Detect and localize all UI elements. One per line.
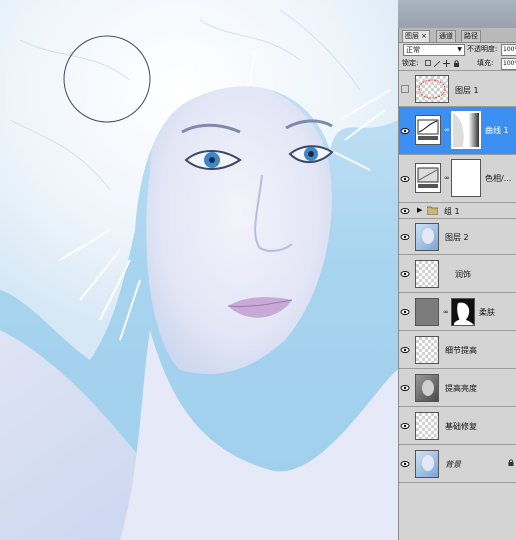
layer-mask-thumbnail[interactable] xyxy=(451,111,481,149)
eye-icon[interactable] xyxy=(400,175,410,183)
layer-list: 图层 1 ∞ 曲线 1 ∞ 色相/... ▶ 组 1 图层 2 润饰 ∞ 柔肤 … xyxy=(399,71,516,540)
workspace-background xyxy=(398,0,516,28)
layer-row-basic-fix[interactable]: 基础修复 xyxy=(399,407,516,445)
layer-name[interactable]: 曲线 1 xyxy=(485,125,509,136)
layer-name[interactable]: 柔肤 xyxy=(479,307,495,318)
layer-row-retouch[interactable]: 润饰 xyxy=(399,255,516,293)
blend-row: 正常 ▼ 不透明度: 100% xyxy=(399,43,516,56)
layer-row-layer1[interactable]: 图层 1 xyxy=(399,71,516,107)
layer-thumbnail xyxy=(415,260,439,288)
eye-icon[interactable] xyxy=(400,127,410,135)
tab-channels[interactable]: 通道 xyxy=(436,30,456,42)
layer-thumbnail xyxy=(415,298,439,326)
link-icon[interactable]: ∞ xyxy=(444,174,450,182)
lock-brush-icon[interactable] xyxy=(433,60,441,68)
tab-channels-label: 通道 xyxy=(439,32,453,40)
layer-name[interactable]: 细节提高 xyxy=(445,345,477,356)
layer-name[interactable]: 组 1 xyxy=(444,206,460,217)
layer-thumbnail xyxy=(415,75,449,103)
link-icon[interactable]: ∞ xyxy=(444,126,450,134)
layer-row-group1[interactable]: ▶ 组 1 xyxy=(399,203,516,219)
layer-name[interactable]: 色相/... xyxy=(485,173,511,184)
eye-icon[interactable] xyxy=(400,422,410,430)
layer-row-soften[interactable]: ∞ 柔肤 xyxy=(399,293,516,331)
chevron-down-icon: ▼ xyxy=(457,46,462,53)
hue-adjustment-icon xyxy=(415,163,441,193)
document-canvas[interactable] xyxy=(0,0,398,540)
opacity-label: 不透明度: xyxy=(467,45,498,53)
layer-mask-thumbnail[interactable] xyxy=(451,298,475,326)
layer-name[interactable]: 基础修复 xyxy=(445,421,477,432)
layer-name[interactable]: 润饰 xyxy=(455,269,471,280)
tab-paths-label: 路径 xyxy=(464,32,478,40)
layer-thumbnail xyxy=(415,336,439,364)
eye-icon[interactable] xyxy=(400,270,410,278)
blend-mode-select[interactable]: 正常 ▼ xyxy=(403,44,465,56)
layer-name[interactable]: 提高亮度 xyxy=(445,383,477,394)
folder-icon xyxy=(426,206,439,217)
layer-row-hue[interactable]: ∞ 色相/... xyxy=(399,155,516,203)
eye-icon[interactable] xyxy=(400,346,410,354)
layer-row-curves1[interactable]: ∞ 曲线 1 xyxy=(399,107,516,155)
eye-icon[interactable] xyxy=(400,460,410,468)
layers-panel: 图层× 通道 路径 正常 ▼ 不透明度: 100% 锁定: 填充: 100% 图层… xyxy=(398,28,516,540)
portrait-photo xyxy=(0,0,398,540)
opacity-input[interactable]: 100% xyxy=(501,44,516,56)
blend-mode-value: 正常 xyxy=(406,46,420,54)
chevron-right-icon[interactable]: ▶ xyxy=(417,206,422,214)
layer-thumbnail xyxy=(415,223,439,251)
eye-icon[interactable] xyxy=(400,207,410,215)
close-icon[interactable]: × xyxy=(421,32,427,40)
layer-row-brighten[interactable]: 提高亮度 xyxy=(399,369,516,407)
eye-icon[interactable] xyxy=(400,384,410,392)
layer-row-layer2[interactable]: 图层 2 xyxy=(399,219,516,255)
eye-icon[interactable] xyxy=(400,233,410,241)
tab-layers[interactable]: 图层 × xyxy=(402,30,430,42)
lock-icon xyxy=(508,459,514,466)
lock-all-icon[interactable] xyxy=(453,60,459,67)
lock-label: 锁定: xyxy=(402,59,419,67)
visibility-toggle-empty[interactable] xyxy=(401,85,409,93)
tab-layers-label: 图层 xyxy=(405,32,419,40)
panel-tabs: 图层 × 通道 路径 xyxy=(399,28,516,43)
tab-paths[interactable]: 路径 xyxy=(461,30,481,42)
layer-thumbnail xyxy=(415,450,439,478)
eye-icon[interactable] xyxy=(400,308,410,316)
lock-move-icon[interactable] xyxy=(443,60,450,67)
layer-mask-thumbnail[interactable] xyxy=(451,159,481,197)
layer-thumbnail xyxy=(415,412,439,440)
layer-row-background[interactable]: 背景 xyxy=(399,445,516,483)
fill-input[interactable]: 100% xyxy=(501,58,516,70)
link-icon[interactable]: ∞ xyxy=(443,308,449,316)
lock-transparency-icon[interactable] xyxy=(425,60,431,66)
curves-adjustment-icon xyxy=(415,115,441,145)
layer-thumbnail xyxy=(415,374,439,402)
layer-name[interactable]: 图层 2 xyxy=(445,232,469,243)
layer-name[interactable]: 图层 1 xyxy=(455,85,479,96)
layer-row-detail[interactable]: 细节提高 xyxy=(399,331,516,369)
layer-name[interactable]: 背景 xyxy=(445,459,461,470)
lock-row: 锁定: 填充: 100% xyxy=(399,57,516,71)
fill-label: 填充: xyxy=(477,59,494,67)
